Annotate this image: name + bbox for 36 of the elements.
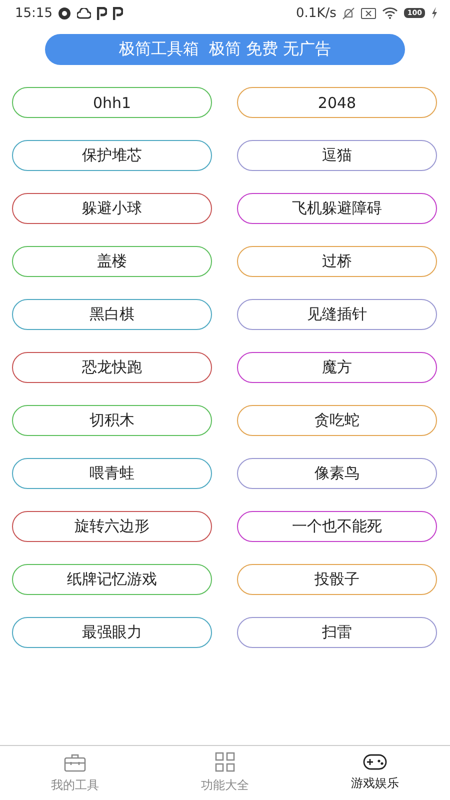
game-button[interactable]: 魔方 — [237, 352, 437, 383]
game-button[interactable]: 纸牌记忆游戏 — [12, 564, 212, 595]
notification-icon — [113, 6, 124, 20]
game-button[interactable]: 贪吃蛇 — [237, 405, 437, 436]
game-button[interactable]: 躲避小球 — [12, 193, 212, 224]
game-button[interactable]: 黑白棋 — [12, 299, 212, 330]
notification-icon — [97, 6, 108, 20]
wifi-icon — [382, 7, 398, 19]
game-button[interactable]: 喂青蛙 — [12, 458, 212, 489]
game-button[interactable]: 盖楼 — [12, 246, 212, 277]
game-button[interactable]: 像素鸟 — [237, 458, 437, 489]
network-speed: 0.1K/s — [296, 6, 336, 20]
game-button[interactable]: 保护堆芯 — [12, 140, 212, 171]
game-button[interactable]: 飞机躲避障碍 — [237, 193, 437, 224]
game-button[interactable]: 恐龙快跑 — [12, 352, 212, 383]
muted-bell-icon — [342, 6, 356, 20]
banner: 极简工具箱 极简 免费 无广告 — [45, 34, 405, 65]
game-button[interactable]: 旋转六边形 — [12, 511, 212, 542]
game-button[interactable]: 投骰子 — [237, 564, 437, 595]
notification-icon — [58, 6, 72, 20]
charging-icon — [431, 7, 438, 19]
game-button[interactable]: 0hh1 — [12, 87, 212, 118]
game-button[interactable]: 切积木 — [12, 405, 212, 436]
game-button[interactable]: 一个也不能死 — [237, 511, 437, 542]
game-button[interactable]: 过桥 — [237, 246, 437, 277]
cloud-icon — [77, 8, 92, 18]
sim-icon — [361, 8, 376, 18]
game-button[interactable]: 逗猫 — [237, 140, 437, 171]
grid-icon — [215, 752, 235, 772]
game-button[interactable]: 2048 — [237, 87, 437, 118]
status-time: 15:15 — [15, 6, 52, 20]
toolbox-icon — [64, 752, 86, 772]
game-button[interactable]: 最强眼力 — [12, 617, 212, 648]
game-button[interactable]: 扫雷 — [237, 617, 437, 648]
game-button[interactable]: 见缝插针 — [237, 299, 437, 330]
gamepad-icon — [363, 754, 387, 770]
